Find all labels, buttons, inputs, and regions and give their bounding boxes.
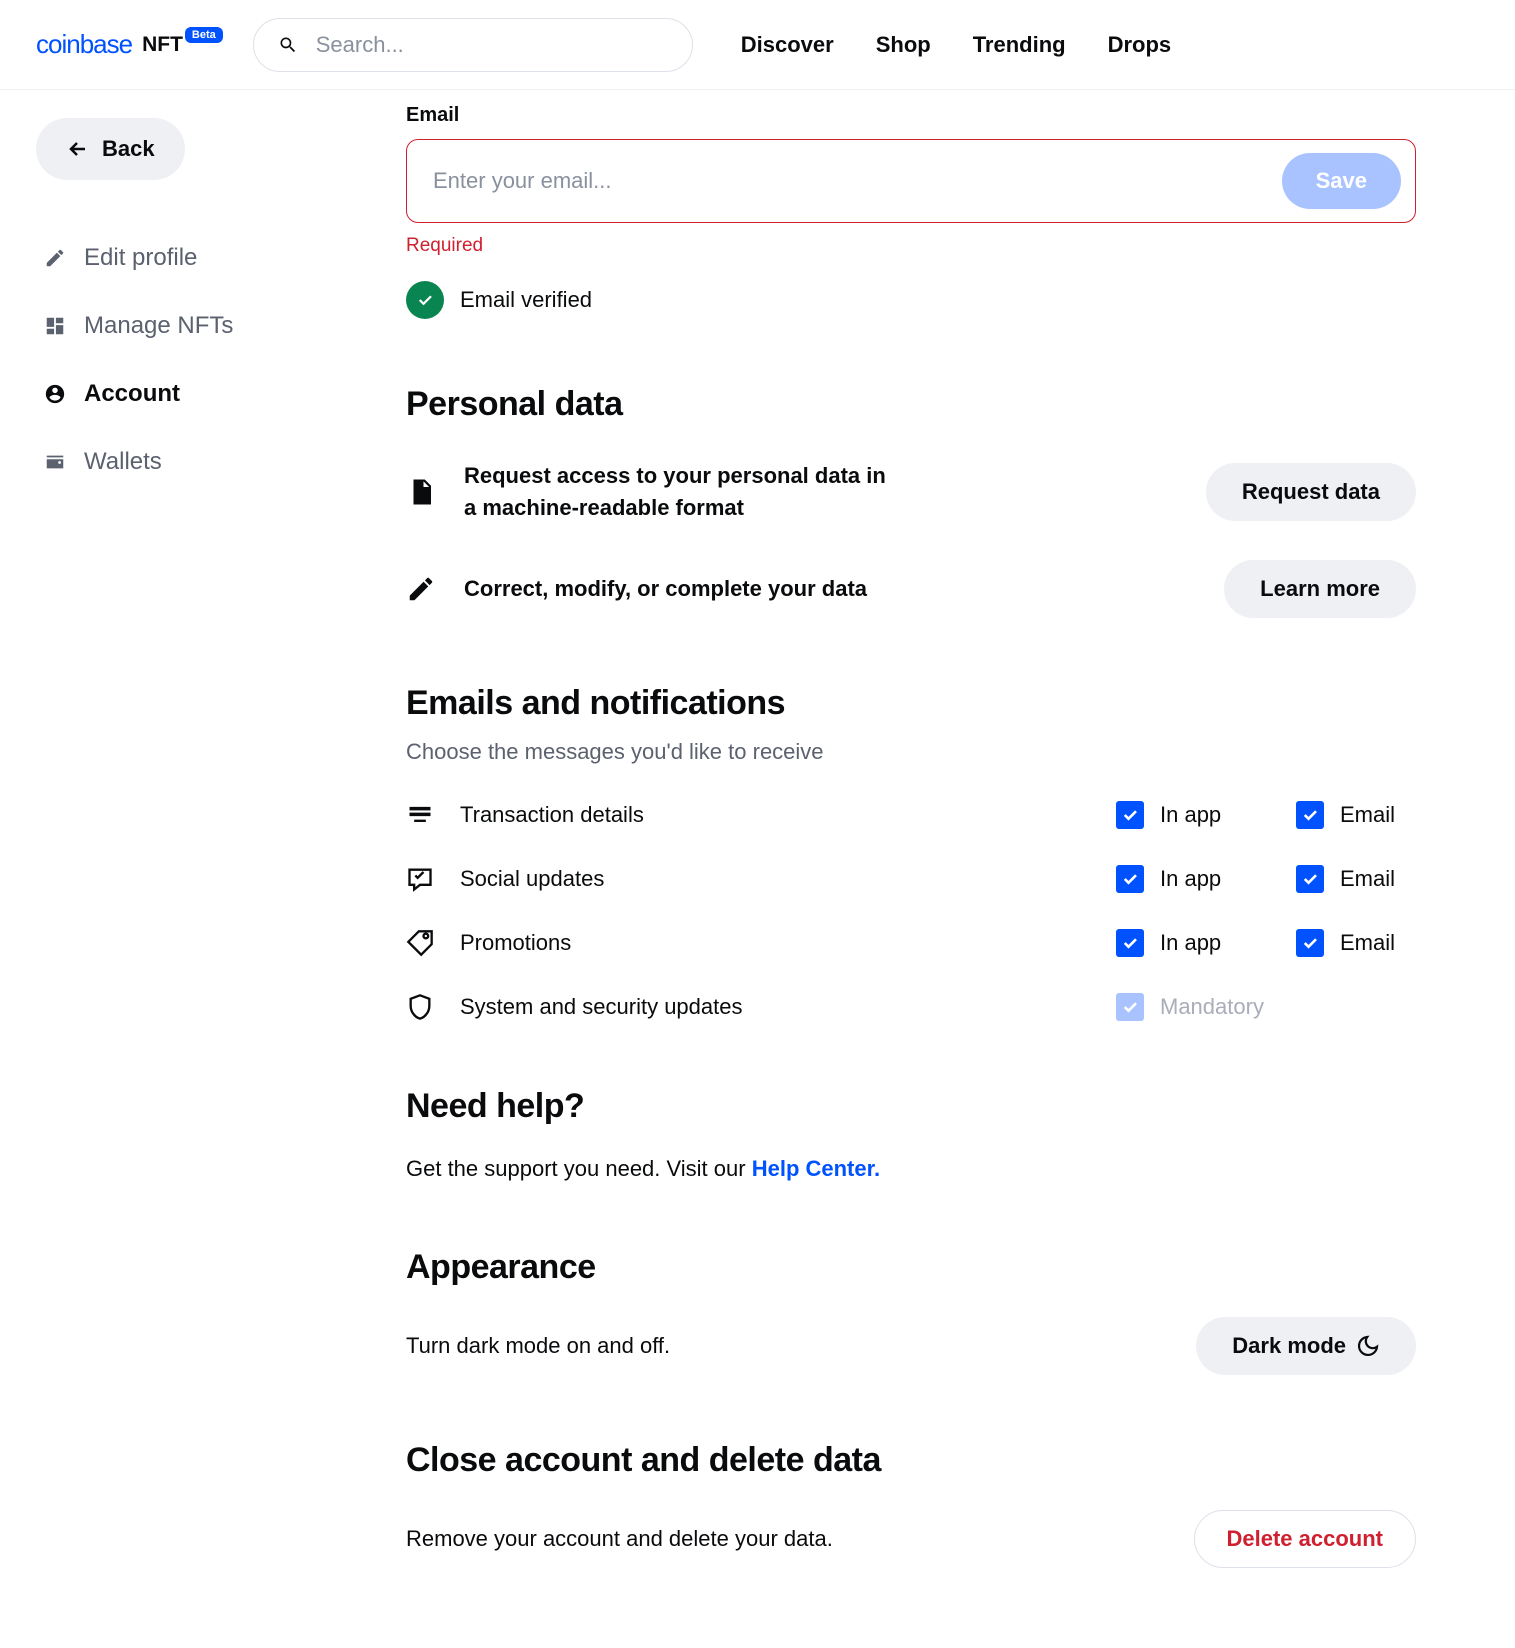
dark-mode-button[interactable]: Dark mode xyxy=(1196,1317,1416,1375)
email-input[interactable] xyxy=(433,168,1282,194)
back-label: Back xyxy=(102,136,155,162)
help-center-link[interactable]: Help Center. xyxy=(752,1156,880,1181)
close-account-text: Remove your account and delete your data… xyxy=(406,1526,1194,1552)
notifications-subtitle: Choose the messages you'd like to receiv… xyxy=(406,739,1416,765)
nav-trending[interactable]: Trending xyxy=(973,32,1066,58)
grid-icon xyxy=(44,315,66,337)
appearance-title: Appearance xyxy=(406,1248,1416,1287)
notif-system-label: System and security updates xyxy=(460,994,1116,1020)
search-input[interactable] xyxy=(316,32,668,58)
email-label: Email xyxy=(406,104,1416,127)
top-nav: Discover Shop Trending Drops xyxy=(741,32,1171,58)
logo-nft: NFT xyxy=(142,33,183,57)
sidebar-item-manage-nfts[interactable]: Manage NFTs xyxy=(36,292,406,360)
search-icon xyxy=(278,35,298,55)
notif-transaction-label: Transaction details xyxy=(460,802,1116,828)
pencil-icon xyxy=(44,247,66,269)
wallet-icon xyxy=(44,451,66,473)
sidebar-item-wallets[interactable]: Wallets xyxy=(36,428,406,496)
file-icon xyxy=(406,477,436,507)
main-content: Email Save Required Email verified Perso… xyxy=(406,90,1416,1648)
transaction-icon xyxy=(406,801,434,829)
email-label: Email xyxy=(1340,930,1395,956)
mandatory-label: Mandatory xyxy=(1160,994,1264,1020)
request-data-button[interactable]: Request data xyxy=(1206,463,1416,521)
tag-icon xyxy=(406,929,434,957)
help-title: Need help? xyxy=(406,1087,1416,1126)
moon-icon xyxy=(1356,1334,1380,1358)
verified-icon xyxy=(406,281,444,319)
sidebar-label: Manage NFTs xyxy=(84,312,233,340)
checkbox-social-email[interactable] xyxy=(1296,865,1324,893)
shield-icon xyxy=(406,993,434,1021)
sidebar-item-edit-profile[interactable]: Edit profile xyxy=(36,224,406,292)
checkbox-promotions-email[interactable] xyxy=(1296,929,1324,957)
inapp-label: In app xyxy=(1160,866,1221,892)
notif-promotions-label: Promotions xyxy=(460,930,1116,956)
checkbox-promotions-inapp[interactable] xyxy=(1116,929,1144,957)
inapp-label: In app xyxy=(1160,930,1221,956)
sidebar-label: Edit profile xyxy=(84,244,197,272)
email-label: Email xyxy=(1340,866,1395,892)
back-button[interactable]: Back xyxy=(36,118,185,180)
search-box[interactable] xyxy=(253,18,693,72)
email-label: Email xyxy=(1340,802,1395,828)
nav-shop[interactable]: Shop xyxy=(876,32,931,58)
appearance-text: Turn dark mode on and off. xyxy=(406,1333,1196,1359)
checkbox-transaction-inapp[interactable] xyxy=(1116,801,1144,829)
sidebar: Back Edit profile Manage NFTs Account Wa… xyxy=(36,90,406,1648)
checkbox-transaction-email[interactable] xyxy=(1296,801,1324,829)
notifications-title: Emails and notifications xyxy=(406,684,1416,723)
nav-drops[interactable]: Drops xyxy=(1108,32,1172,58)
delete-account-button[interactable]: Delete account xyxy=(1194,1510,1417,1568)
checkbox-social-inapp[interactable] xyxy=(1116,865,1144,893)
required-error: Required xyxy=(406,235,1416,257)
beta-badge: Beta xyxy=(185,27,223,43)
social-icon xyxy=(406,865,434,893)
verified-label: Email verified xyxy=(460,287,592,313)
logo-main: coinbase xyxy=(36,29,132,60)
dark-mode-label: Dark mode xyxy=(1232,1333,1346,1359)
logo[interactable]: coinbase NFT Beta xyxy=(36,29,225,60)
checkbox-system-mandatory xyxy=(1116,993,1144,1021)
sidebar-item-account[interactable]: Account xyxy=(36,360,406,428)
sidebar-label: Wallets xyxy=(84,448,162,476)
request-data-text: Request access to your personal data in … xyxy=(464,460,904,524)
help-text: Get the support you need. Visit our xyxy=(406,1156,752,1181)
email-field-wrap: Save xyxy=(406,139,1416,223)
close-account-title: Close account and delete data xyxy=(406,1441,1416,1480)
inapp-label: In app xyxy=(1160,802,1221,828)
nav-discover[interactable]: Discover xyxy=(741,32,834,58)
sidebar-label: Account xyxy=(84,380,180,408)
correct-data-text: Correct, modify, or complete your data xyxy=(464,573,904,605)
notif-social-label: Social updates xyxy=(460,866,1116,892)
save-button[interactable]: Save xyxy=(1282,153,1401,209)
personal-data-title: Personal data xyxy=(406,385,1416,424)
account-icon xyxy=(44,383,66,405)
arrow-left-icon xyxy=(66,137,90,161)
edit-icon xyxy=(406,574,436,604)
learn-more-button[interactable]: Learn more xyxy=(1224,560,1416,618)
